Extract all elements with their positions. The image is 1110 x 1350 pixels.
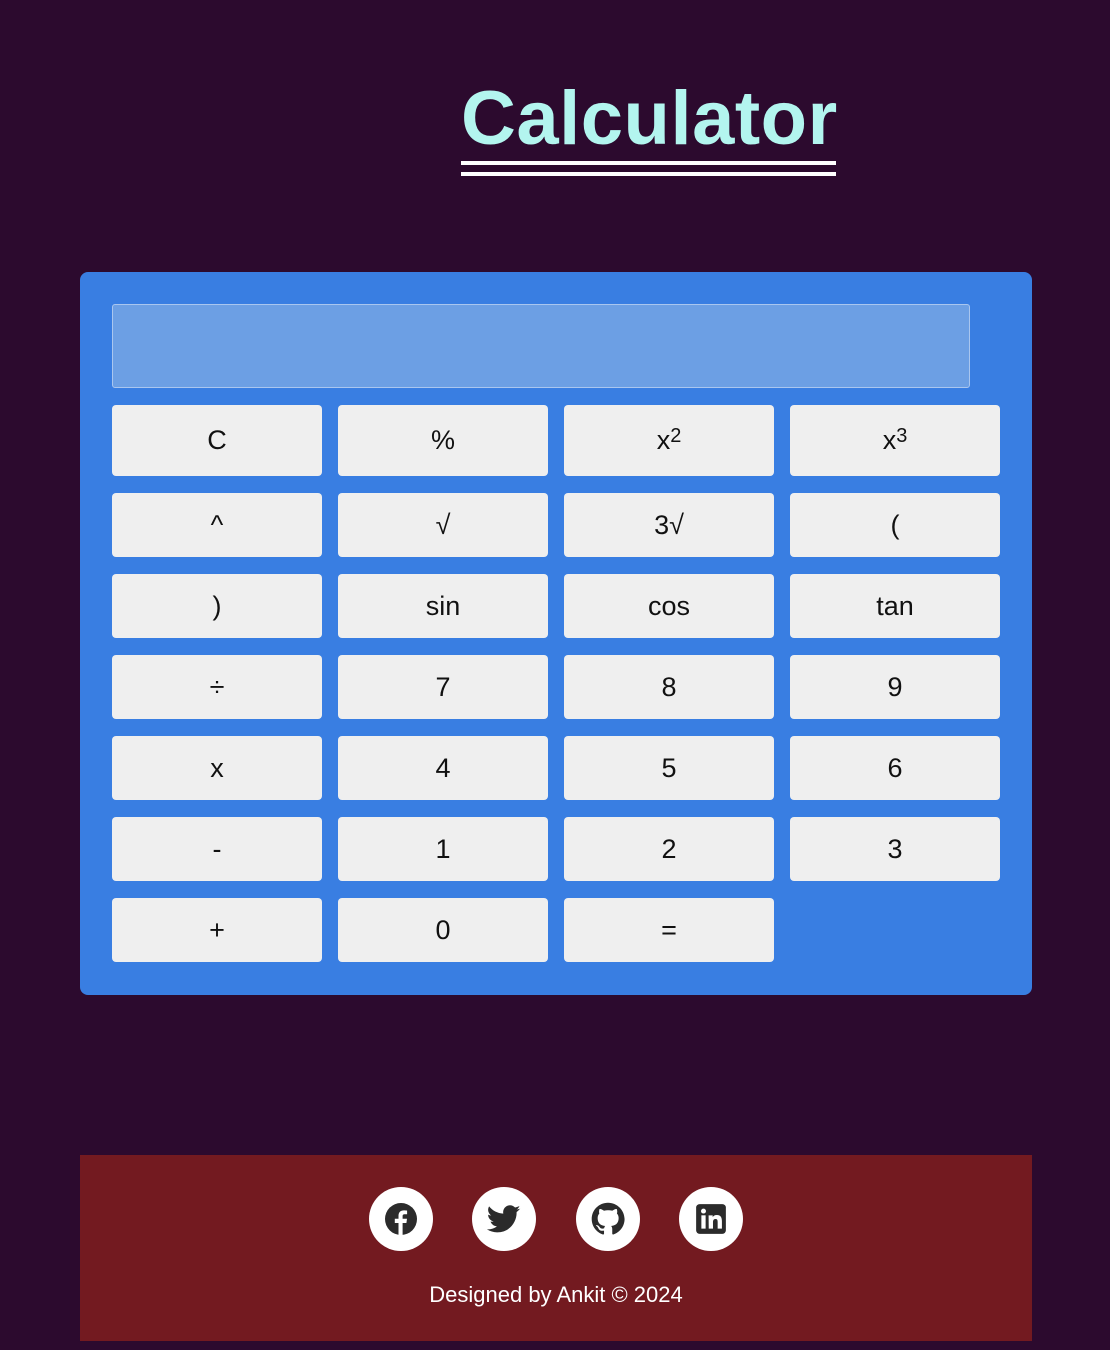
power-button[interactable]: ^ [112,493,322,557]
digit-8-button[interactable]: 8 [564,655,774,719]
digit-7-button[interactable]: 7 [338,655,548,719]
page-title: Calculator [461,76,838,161]
calculator: C % x2 x3 ^ √ 3√ ( ) sin cos tan ÷ 7 8 9… [80,272,1032,995]
twitter-icon [487,1205,521,1233]
open-paren-button[interactable]: ( [790,493,1000,557]
github-link[interactable] [576,1187,640,1251]
cube-base: x [882,425,897,455]
multiply-button[interactable]: x [112,736,322,800]
minus-button[interactable]: - [112,817,322,881]
divide-button[interactable]: ÷ [112,655,322,719]
twitter-link[interactable] [472,1187,536,1251]
calculator-display[interactable] [112,304,970,388]
github-icon [591,1202,625,1235]
digit-9-button[interactable]: 9 [790,655,1000,719]
sin-button[interactable]: sin [338,574,548,638]
cube-button[interactable]: x3 [790,405,1000,476]
footer-credit: Designed by Ankit © 2024 [429,1282,683,1307]
digit-1-button[interactable]: 1 [338,817,548,881]
footer: Designed by Ankit © 2024 [80,1155,1032,1341]
plus-button[interactable]: + [112,898,322,962]
linkedin-link[interactable] [679,1187,743,1251]
tan-button[interactable]: tan [790,574,1000,638]
digit-0-button[interactable]: 0 [338,898,548,962]
clear-button[interactable]: C [112,405,322,476]
page-header: Calculator [0,70,1110,190]
square-button[interactable]: x2 [564,405,774,476]
digit-2-button[interactable]: 2 [564,817,774,881]
close-paren-button[interactable]: ) [112,574,322,638]
digit-4-button[interactable]: 4 [338,736,548,800]
equals-button[interactable]: = [564,898,774,962]
cube-root-button[interactable]: 3√ [564,493,774,557]
facebook-link[interactable] [369,1187,433,1251]
facebook-icon [385,1203,417,1235]
square-root-button[interactable]: √ [338,493,548,557]
square-exponent: 2 [670,425,682,447]
digit-5-button[interactable]: 5 [564,736,774,800]
digit-3-button[interactable]: 3 [790,817,1000,881]
cos-button[interactable]: cos [564,574,774,638]
title-double-underline [461,161,836,176]
linkedin-icon [696,1204,726,1234]
cube-exponent: 3 [896,425,908,447]
percent-button[interactable]: % [338,405,548,476]
digit-6-button[interactable]: 6 [790,736,1000,800]
square-base: x [656,425,671,455]
